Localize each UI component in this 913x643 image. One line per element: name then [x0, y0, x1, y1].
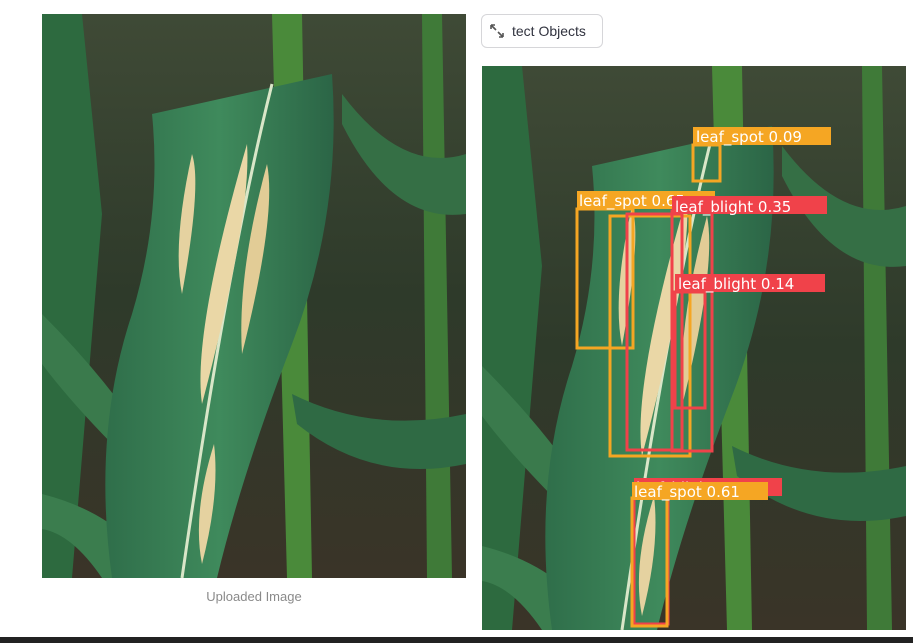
- detection-label: leaf_blight 0.35: [675, 198, 791, 217]
- uploaded-image: [42, 14, 466, 578]
- app-page: Uploaded Image tect Objects leaf_spot 0.…: [0, 0, 913, 643]
- detect-objects-button[interactable]: tect Objects: [481, 14, 603, 48]
- detection-label: leaf_spot 0.65: [579, 192, 685, 211]
- corn-leaf-photo: [42, 14, 466, 578]
- detection-result-photo: leaf_spot 0.09 leaf_spot 0.65 leaf_bligh…: [482, 66, 906, 630]
- detection-label: leaf_spot 0.61: [634, 483, 740, 502]
- detection-result-image: leaf_spot 0.09 leaf_spot 0.65 leaf_bligh…: [482, 66, 906, 630]
- detection-label: leaf_spot 0.09: [696, 128, 802, 147]
- detect-objects-label: tect Objects: [512, 23, 586, 39]
- uploaded-image-caption: Uploaded Image: [206, 589, 302, 604]
- expand-arrows-icon: [488, 22, 506, 40]
- detection-label: leaf_blight 0.14: [678, 275, 794, 294]
- bottom-divider: [0, 637, 913, 643]
